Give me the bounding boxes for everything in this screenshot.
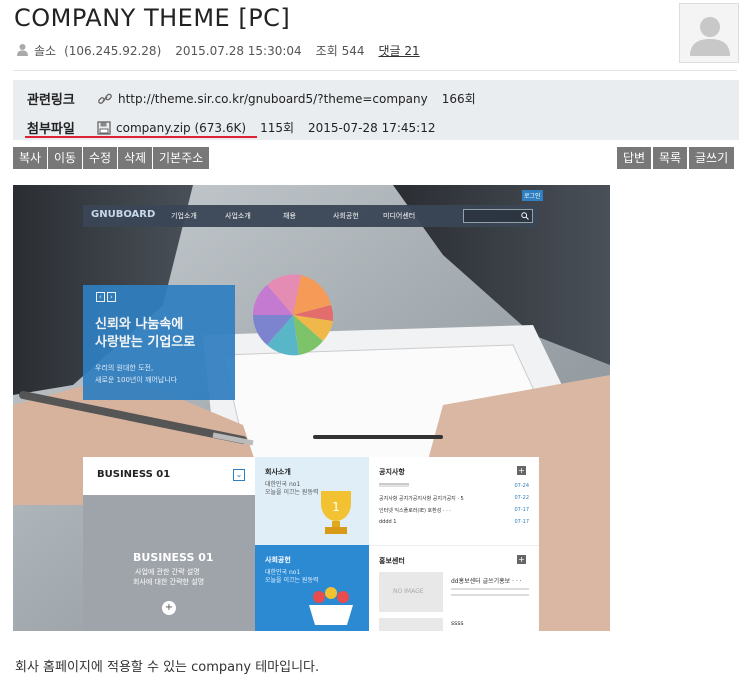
preview-pr-item-lines [451,594,529,596]
list-button[interactable]: 목록 [653,147,688,169]
reply-button[interactable]: 답변 [617,147,652,169]
post-meta: 솔소 (106.245.92.28) 2015.07.28 15:30:04 조… [16,42,434,59]
copy-button[interactable]: 복사 [13,147,48,169]
attachment-file-link[interactable]: company.zip (673.6K) [116,121,246,135]
preview-pr-title: 홍보센터 [379,557,405,565]
preview-card2-title: 사회공헌 [265,556,291,564]
preview-no-image: NO IMAGE [379,572,443,612]
preview-no-image-label: NO IMAGE [393,588,424,595]
preview-card1-sub-2: 오늘을 이끄는 원동력 [265,489,319,496]
post-description: 회사 홈페이지에 적용할 수 있는 company 테마입니다. [15,660,320,675]
related-link-label: 관련링크 [27,93,75,108]
preview-pr-item[interactable]: dd홍보센터 글쓰기홍보 · · · [451,576,522,585]
preview-hero-arrows: ‹ › [96,292,116,302]
list-item[interactable]: 인터넷 익스플로러(IE) 호환성 · · · 07-17 [379,507,529,514]
author-avatar [679,3,739,63]
plus-icon: + [517,555,526,564]
theme-preview-image: GNUBOARD 기업소개 사업소개 채용 사회공헌 미디어센터 로그인 ‹ ›… [13,185,610,631]
preview-business-caption-1: 사업에 관한 간략 설명 [135,568,200,576]
user-icon [16,43,29,59]
preview-hero-title-1: 신뢰와 나눔속에 [95,317,184,332]
notice-item-text: !!!!!!!!!!!!!!! [379,483,410,489]
page-title: COMPANY THEME [PC] [14,4,291,32]
list-item[interactable]: 공지사항 공지가공지사항 공지가공지 · 5 07-22 [379,495,529,502]
preview-nav-item: 사회공헌 [333,212,359,220]
preview-nav-item: 채용 [283,212,296,220]
preview-pr-item-2[interactable]: ssss [451,620,464,627]
prev-arrow-icon: ‹ [96,292,105,302]
preview-card2-sub-2: 오늘을 이끄는 원동력 [265,577,319,584]
notice-item-text: dddd 1 [379,519,397,525]
preview-pr-item-lines [451,588,529,590]
notice-item-date: 07-17 [514,519,529,525]
notice-item-date: 07-17 [514,507,529,513]
plus-icon: + [517,466,526,475]
author-name[interactable]: 솔소 [34,42,56,59]
preview-notice-panel: 공지사항 + !!!!!!!!!!!!!!! 07-24 공지사항 공지가공지사… [369,457,539,545]
next-arrow-icon: › [107,292,116,302]
default-url-button[interactable]: 기본주소 [153,147,210,169]
preview-nav-item: 미디어센터 [383,212,416,220]
preview-business-caption-title: BUSINESS 01 [133,551,214,564]
author-ip: (106.245.92.28) [64,43,162,58]
preview-business-caption-2: 회사에 대한 간략한 설명 [133,578,205,586]
edit-button[interactable]: 수정 [83,147,118,169]
preview-business-title: BUSINESS 01 [97,469,171,480]
header-divider [13,70,737,71]
preview-hero-sub-1: 우리의 원대한 도전, [95,364,154,372]
move-button[interactable]: 이동 [48,147,83,169]
preview-login-badge: 로그인 [522,190,543,201]
preview-card1-title: 회사소개 [265,468,291,476]
plus-circle-icon: + [162,601,176,615]
preview-hero-box: ‹ › 신뢰와 나눔속에 사랑받는 기업으로 우리의 원대한 도전, 새로운 1… [83,285,235,400]
preview-pr-panel: 홍보센터 + NO IMAGE dd홍보센터 글쓰기홍보 · · · ssss [369,545,539,631]
delete-button[interactable]: 삭제 [118,147,153,169]
preview-hero-title-2: 사랑받는 기업으로 [95,335,196,350]
attachment-row: 첨부파일 company.zip (673.6K) 115회 2015-07-2… [27,118,436,138]
write-button[interactable]: 글쓰기 [689,147,735,169]
view-count: 조회 544 [315,44,365,58]
preview-search-box [463,209,533,223]
preview-nav-item: 기업소개 [171,212,197,220]
trophy-icon: 1 [321,491,351,534]
list-item[interactable]: dddd 1 07-17 [379,519,529,525]
preview-logo: GNUBOARD [91,209,156,220]
preview-no-image-2 [379,618,443,631]
list-item[interactable]: !!!!!!!!!!!!!!! 07-24 [379,483,529,489]
preview-business-panel: BUSINESS 01 ⌄ BUSINESS 01 사업에 관한 간략 설명 회… [83,457,255,631]
attachment-label: 첨부파일 [27,122,75,137]
preview-card-social: 사회공헌 대한민국 no1 오늘을 이끄는 원동력 [255,545,369,631]
attachment-download-count: 115회 [260,121,295,135]
preview-navbar: GNUBOARD 기업소개 사업소개 채용 사회공헌 미디어센터 [83,205,538,227]
svg-text:1: 1 [332,500,340,514]
user-avatar-icon [690,17,730,56]
post-datetime: 2015.07.28 15:30:04 [175,43,302,58]
comment-count-link[interactable]: 댓글 21 [378,42,419,59]
link-attachment-box: 관련링크 http://theme.sir.co.kr/gnuboard5/?t… [13,80,739,140]
preview-hero-sub-2: 새로운 100년이 깨어납니다 [95,376,178,384]
search-icon [521,212,529,220]
preview-nav-item: 사업소개 [225,212,251,220]
notice-item-text: 인터넷 익스플로러(IE) 호환성 · · · [379,508,451,514]
attachment-underline [25,136,257,138]
notice-item-date: 07-24 [514,483,529,489]
related-link-count: 166회 [441,92,476,106]
notice-item-date: 07-22 [514,495,529,501]
attachment-date: 2015-07-28 17:45:12 [308,120,436,135]
chevron-down-icon: ⌄ [233,469,245,481]
floppy-disk-icon [97,120,111,135]
gift-basket-icon [309,587,353,625]
preview-business-image: BUSINESS 01 사업에 관한 간략 설명 회사에 대한 간략한 설명 + [83,495,255,631]
link-icon [97,92,113,106]
preview-card-company: 회사소개 대한민국 no1 오늘을 이끄는 원동력 1 [255,457,369,545]
related-link-url[interactable]: http://theme.sir.co.kr/gnuboard5/?theme=… [118,92,428,106]
preview-notice-title: 공지사항 [379,468,405,476]
related-link-row: 관련링크 http://theme.sir.co.kr/gnuboard5/?t… [27,89,476,109]
notice-item-text: 공지사항 공지가공지사항 공지가공지 · 5 [379,496,464,502]
